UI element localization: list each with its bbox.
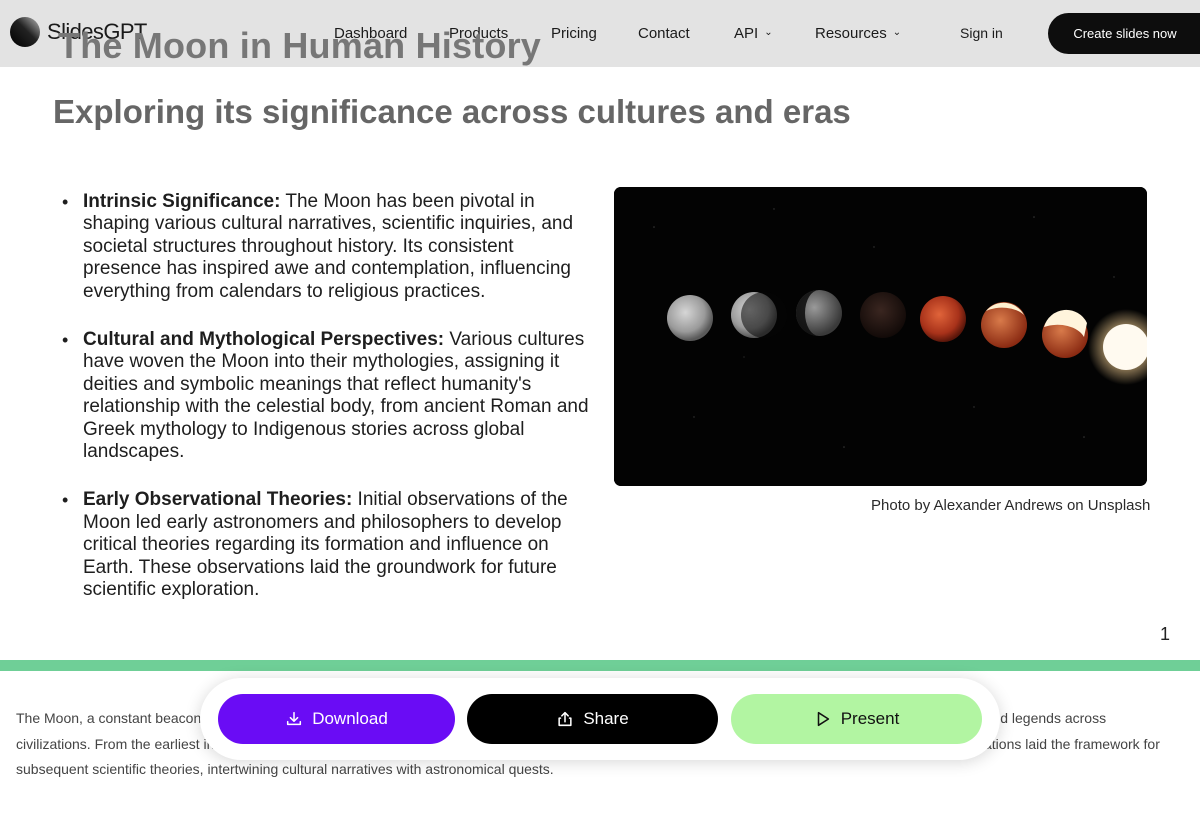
- bullet-item: • Intrinsic Significance: The Moon has b…: [62, 191, 592, 303]
- bullet-item: • Cultural and Mythological Perspectives…: [62, 329, 592, 463]
- bullet-body: Intrinsic Significance: The Moon has bee…: [83, 191, 592, 303]
- nav-resources[interactable]: Resources ⌄: [815, 25, 901, 42]
- present-label: Present: [840, 709, 900, 728]
- download-button[interactable]: Download: [218, 694, 455, 744]
- nav-api-label: API: [734, 25, 759, 42]
- bullet-dot: •: [62, 330, 69, 351]
- bullet-heading: Cultural and Mythological Perspectives:: [83, 329, 445, 351]
- create-slides-button[interactable]: Create slides now: [1048, 13, 1200, 54]
- bullet-body: Early Observational Theories: Initial ob…: [83, 489, 592, 601]
- slide-divider: [0, 660, 1200, 671]
- create-slides-label: Create slides now: [1073, 26, 1177, 41]
- lunar-eclipse-sequence-image: [614, 187, 1147, 486]
- nav-api[interactable]: API ⌄: [734, 25, 773, 42]
- bullet-body: Cultural and Mythological Perspectives: …: [83, 329, 592, 463]
- slide-page-number: 1: [1160, 624, 1171, 644]
- sign-in-label: Sign in: [960, 25, 1003, 41]
- bullet-dot: •: [62, 192, 69, 212]
- slide-bullet-list: • Intrinsic Significance: The Moon has b…: [62, 191, 592, 628]
- bullet-item: • Early Observational Theories: Initial …: [62, 489, 592, 601]
- download-label: Download: [312, 709, 388, 728]
- sign-in-link[interactable]: Sign in: [960, 25, 1003, 41]
- share-button[interactable]: Share: [467, 694, 718, 744]
- nav-pricing[interactable]: Pricing: [551, 25, 597, 42]
- chevron-down-icon: ⌄: [764, 27, 773, 38]
- nav-contact-label: Contact: [638, 25, 690, 42]
- chevron-down-icon: ⌄: [892, 27, 902, 38]
- slide-title: The Moon in Human History: [58, 25, 542, 66]
- nav-pricing-label: Pricing: [551, 25, 597, 42]
- bullet-dot: •: [62, 490, 69, 511]
- nav-contact[interactable]: Contact: [638, 25, 690, 42]
- nav-resources-label: Resources: [815, 25, 887, 42]
- slide-subtitle: Exploring its significance across cultur…: [53, 93, 851, 130]
- present-button[interactable]: Present: [731, 694, 982, 744]
- play-icon: [817, 711, 829, 727]
- share-icon: [558, 711, 572, 727]
- download-icon: [287, 711, 302, 726]
- share-label: Share: [583, 709, 629, 728]
- action-bar: Download Share Present: [200, 678, 1000, 760]
- bullet-heading: Intrinsic Significance:: [83, 191, 281, 212]
- slidesgpt-logo-icon: [10, 17, 40, 47]
- photo-credit: Photo by Alexander Andrews on Unsplash: [871, 497, 1151, 514]
- bullet-heading: Early Observational Theories:: [83, 489, 353, 511]
- lunar-eclipse-photo: [614, 187, 1147, 486]
